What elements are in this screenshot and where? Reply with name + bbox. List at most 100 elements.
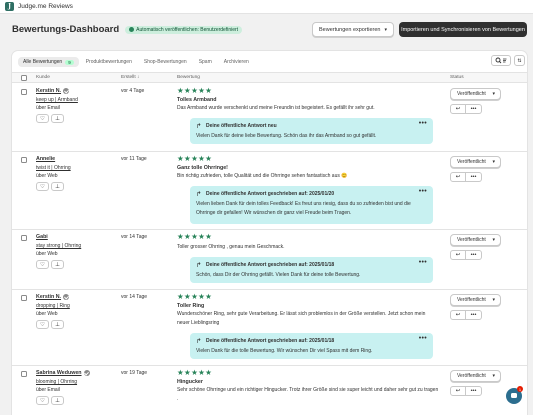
column-review[interactable]: Bewertung	[177, 75, 200, 80]
row-checkbox[interactable]	[21, 157, 27, 163]
page-title: Bewertungs-Dashboard	[12, 24, 120, 35]
customer-name-link[interactable]: Annelie	[36, 156, 55, 162]
star-icon: ★	[184, 232, 191, 241]
customer-name: Sabrina Weduwen	[36, 370, 82, 376]
heart-icon[interactable]: ♡	[36, 396, 49, 405]
pin-icon[interactable]: ⊥	[51, 320, 64, 329]
star-icon: ★	[205, 368, 212, 377]
product-link[interactable]: dropping | Ring	[36, 303, 70, 309]
customer-name-link[interactable]: Gabi	[36, 234, 48, 240]
row-checkbox[interactable]	[21, 235, 27, 241]
sort-button[interactable]: ⇅	[514, 55, 525, 66]
chevron-down-icon: ▾	[492, 159, 495, 165]
reply-icon[interactable]: ↩	[450, 104, 466, 114]
product-link[interactable]: twist it | Ohrring	[36, 165, 71, 171]
public-reply-box: ↱ Deine öffentliche Antwort neu ••• Viel…	[190, 118, 433, 144]
chat-launcher-icon[interactable]: 1	[506, 386, 523, 404]
pin-icon[interactable]: ⊥	[51, 182, 64, 191]
search-filter-button[interactable]	[491, 55, 511, 66]
star-rating: ★ ★ ★ ★ ★	[177, 154, 212, 163]
product-link[interactable]: blooming | Ohrring	[36, 379, 77, 385]
reply-icon[interactable]: ↩	[450, 386, 466, 396]
status-select[interactable]: Veröffentlicht ▾	[450, 88, 501, 100]
reviews-card: Alle Bewertungen 9 Produktbewertungen Sh…	[12, 51, 527, 415]
more-options-icon[interactable]: •••	[419, 188, 427, 195]
reply-icon[interactable]: ↩	[450, 172, 466, 182]
customer-name: Kerstin N.	[36, 88, 62, 94]
more-icon[interactable]: •••	[466, 386, 482, 396]
reply-text: Schön, dass Dir der Ohrring gefällt. Vie…	[196, 272, 361, 278]
star-icon: ★	[198, 368, 205, 377]
star-icon: ★	[198, 232, 205, 241]
heart-icon[interactable]: ♡	[36, 114, 49, 123]
column-created[interactable]: Erstellt ↓	[121, 75, 139, 80]
select-all-checkbox[interactable]	[21, 75, 27, 81]
more-icon[interactable]: •••	[466, 250, 482, 260]
customer-name-link[interactable]: Kerstin N.	[36, 294, 70, 300]
star-icon: ★	[184, 292, 191, 301]
status-select[interactable]: Veröffentlicht ▾	[450, 156, 501, 168]
row-checkbox[interactable]	[21, 371, 27, 377]
chevron-down-icon: ▾	[384, 26, 387, 33]
review-title: Toller Ring	[177, 303, 205, 309]
customer-name-link[interactable]: Sabrina Weduwen	[36, 370, 90, 376]
review-body: Sehr schöne Ohrringe und ein richtiger H…	[177, 387, 439, 402]
star-icon: ★	[184, 86, 191, 95]
row-quick-actions: ♡ ⊥	[36, 182, 66, 191]
tab-archive[interactable]: Archivieren	[219, 57, 254, 67]
tab-count-badge: 9	[65, 59, 74, 65]
column-status[interactable]: Status	[450, 75, 464, 80]
page: Bewertungs-Dashboard Automatisch veröffe…	[6, 14, 527, 415]
product-link[interactable]: keep up | Armband	[36, 97, 78, 103]
customer-name-link[interactable]: Kerstin N.	[36, 88, 70, 94]
reply-icon[interactable]: ↩	[450, 250, 466, 260]
product-link[interactable]: stay strong | Ohrring	[36, 243, 81, 249]
reply-arrow-icon: ↱	[196, 123, 202, 130]
reply-icon[interactable]: ↩	[450, 310, 466, 320]
row-checkbox[interactable]	[21, 295, 27, 301]
auto-publish-badge: Automatisch veröffentlichen: Benutzerdef…	[125, 25, 243, 34]
column-created-label: Erstellt	[121, 75, 136, 80]
app-title: Judge.me Reviews	[18, 3, 73, 10]
heart-icon[interactable]: ♡	[36, 260, 49, 269]
more-icon[interactable]: •••	[466, 104, 482, 114]
import-sync-button[interactable]: Importieren und Synchronisieren von Bewe…	[399, 22, 527, 37]
created-date: vor 4 Tage	[121, 88, 145, 94]
column-customer[interactable]: Kunde	[36, 75, 50, 80]
status-select[interactable]: Veröffentlicht ▾	[450, 370, 501, 382]
chevron-down-icon: ▾	[492, 237, 495, 243]
row-checkbox[interactable]	[21, 89, 27, 95]
pin-icon[interactable]: ⊥	[51, 114, 64, 123]
tab-shop-reviews[interactable]: Shop-Bewertungen	[139, 57, 192, 67]
verified-icon	[63, 88, 70, 94]
star-icon: ★	[198, 86, 205, 95]
customer-name: Kerstin N.	[36, 294, 62, 300]
star-icon: ★	[184, 154, 191, 163]
more-icon[interactable]: •••	[466, 172, 482, 182]
export-reviews-label: Bewertungen exportieren	[319, 26, 381, 33]
public-reply-box: ↱ Deine öffentliche Antwort geschrieben …	[190, 333, 433, 359]
heart-icon[interactable]: ♡	[36, 182, 49, 191]
chevron-down-icon: ▾	[492, 297, 495, 303]
review-body: Bin richtig zufrieden, tolle Qualität un…	[177, 173, 348, 179]
more-options-icon[interactable]: •••	[419, 120, 427, 127]
export-reviews-button[interactable]: Bewertungen exportieren ▾	[312, 22, 394, 37]
verified-icon	[63, 294, 70, 300]
more-icon[interactable]: •••	[466, 310, 482, 320]
reply-text: Vielen lieben Dank für dein tolles Feedb…	[196, 201, 411, 216]
status-select[interactable]: Veröffentlicht ▾	[450, 234, 501, 246]
status-select[interactable]: Veröffentlicht ▾	[450, 294, 501, 306]
tab-product-reviews[interactable]: Produktbewertungen	[81, 57, 137, 67]
star-icon: ★	[191, 86, 198, 95]
pin-icon[interactable]: ⊥	[51, 260, 64, 269]
more-options-icon[interactable]: •••	[419, 335, 427, 342]
star-rating: ★ ★ ★ ★ ★	[177, 86, 212, 95]
pin-icon[interactable]: ⊥	[51, 396, 64, 405]
star-icon: ★	[191, 368, 198, 377]
verified-icon	[83, 370, 90, 376]
tab-spam[interactable]: Spam	[194, 57, 217, 67]
search-filter-icon	[495, 57, 507, 64]
tab-all-reviews[interactable]: Alle Bewertungen 9	[18, 57, 79, 67]
more-options-icon[interactable]: •••	[419, 259, 427, 266]
heart-icon[interactable]: ♡	[36, 320, 49, 329]
